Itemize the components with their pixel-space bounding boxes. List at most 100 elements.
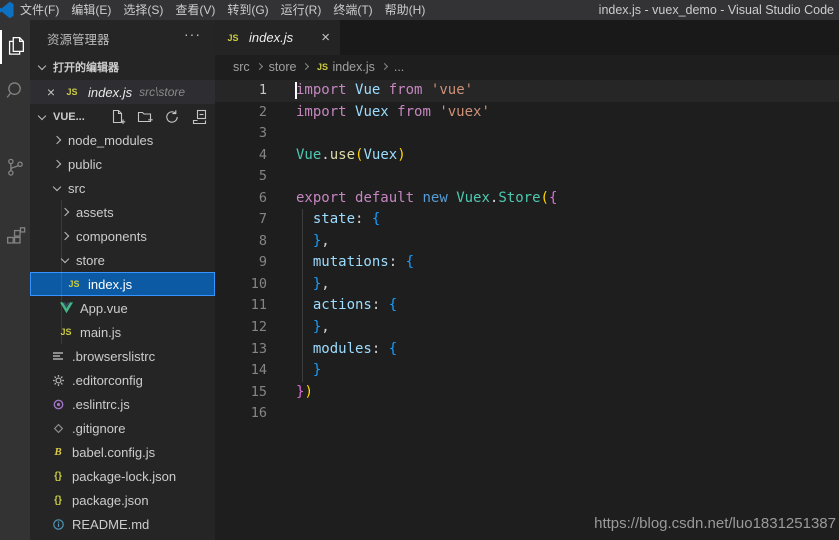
code-line-9[interactable]: 9 mutations: { (215, 252, 839, 274)
list-icon (50, 348, 66, 364)
code-text: }, (267, 317, 330, 339)
code-line-11[interactable]: 11 actions: { (215, 295, 839, 317)
indent-guide (61, 296, 62, 320)
vscode-window: 文件(F)编辑(E)选择(S)查看(V)转到(G)运行(R)终端(T)帮助(H)… (0, 0, 839, 540)
tree-file-.eslintrc.js[interactable]: .eslintrc.js (30, 392, 215, 416)
chevron-right-icon (53, 136, 61, 144)
tree-folder-store[interactable]: store (30, 248, 215, 272)
tree-file-babel.config.js[interactable]: Bbabel.config.js (30, 440, 215, 464)
breadcrumb-item-index.js[interactable]: JSindex.js (315, 60, 374, 74)
code-line-2[interactable]: 2import Vuex from 'vuex' (215, 102, 839, 124)
project-section-header[interactable]: VUE... (30, 106, 215, 128)
code-line-15[interactable]: 15}) (215, 382, 839, 404)
new-file-icon[interactable] (110, 109, 126, 125)
project-name: VUE... (53, 111, 85, 123)
explorer-title: 资源管理器 (47, 29, 110, 48)
line-number: 3 (215, 123, 267, 145)
tree-file-App.vue[interactable]: App.vue (30, 296, 215, 320)
new-folder-icon[interactable] (137, 109, 153, 125)
code-line-10[interactable]: 10 }, (215, 274, 839, 296)
code-line-14[interactable]: 14 } (215, 360, 839, 382)
code-line-3[interactable]: 3 (215, 123, 839, 145)
code-line-5[interactable]: 5 (215, 166, 839, 188)
tree-file-index.js[interactable]: JSindex.js (30, 272, 215, 296)
source-control-icon (4, 156, 26, 183)
tree-folder-assets[interactable]: assets (30, 200, 215, 224)
menu-item-go[interactable]: 转到(G) (221, 0, 274, 20)
menu-item-file[interactable]: 文件(F) (14, 0, 65, 20)
titlebar: 文件(F)编辑(E)选择(S)查看(V)转到(G)运行(R)终端(T)帮助(H)… (0, 0, 839, 20)
tree-item-label: .browserslistrc (72, 349, 155, 364)
tree-item-label: public (68, 157, 102, 172)
chevron-down-icon (38, 61, 46, 69)
line-number: 14 (215, 360, 267, 382)
close-icon[interactable]: × (44, 85, 58, 99)
refresh-icon[interactable] (164, 109, 180, 125)
tree-item-label: .eslintrc.js (72, 397, 130, 412)
tree-item-label: components (76, 229, 147, 244)
tree-file-.browserslistrc[interactable]: .browserslistrc (30, 344, 215, 368)
code-text: Vue.use(Vuex) (267, 145, 406, 167)
code-line-6[interactable]: 6export default new Vuex.Store({ (215, 188, 839, 210)
tree-folder-components[interactable]: components (30, 224, 215, 248)
tree-item-label: .gitignore (72, 421, 125, 436)
activity-explorer[interactable] (0, 30, 30, 64)
breadcrumb-item-...[interactable]: ... (394, 60, 404, 74)
line-number: 10 (215, 274, 267, 296)
code-text (267, 123, 296, 145)
tree-item-label: src (68, 181, 85, 196)
tree-folder-public[interactable]: public (30, 152, 215, 176)
code-text: }) (267, 382, 313, 404)
tree-folder-node-modules[interactable]: node_modules (30, 128, 215, 152)
code-line-8[interactable]: 8 }, (215, 231, 839, 253)
code-line-4[interactable]: 4Vue.use(Vuex) (215, 145, 839, 167)
tree-file-package-lock.json[interactable]: {}package-lock.json (30, 464, 215, 488)
code-text: import Vuex from 'vuex' (267, 102, 490, 124)
menu-item-help[interactable]: 帮助(H) (379, 0, 432, 20)
tree-item-label: node_modules (68, 133, 153, 148)
tree-folder-src[interactable]: src (30, 176, 215, 200)
tree-file-main.js[interactable]: JSmain.js (30, 320, 215, 344)
search-icon (4, 79, 26, 106)
menu-item-run[interactable]: 运行(R) (275, 0, 328, 20)
tree-file-package.json[interactable]: {}package.json (30, 488, 215, 512)
activity-source-control[interactable] (0, 152, 30, 186)
menu-item-terminal[interactable]: 终端(T) (327, 0, 378, 20)
js-icon: JS (315, 60, 329, 74)
breadcrumb-label: index.js (332, 60, 374, 74)
open-editor-label: index.js (88, 85, 132, 100)
open-editors-header: 打开的编辑器 (53, 59, 119, 75)
line-number: 12 (215, 317, 267, 339)
open-editor-desc: src\store (139, 85, 185, 99)
code-line-16[interactable]: 16 (215, 403, 839, 425)
breadcrumb-item-src[interactable]: src (233, 60, 250, 74)
activity-extensions[interactable] (0, 222, 30, 256)
code-editor[interactable]: 1import Vue from 'vue'2import Vuex from … (215, 80, 839, 540)
breadcrumb-item-store[interactable]: store (269, 60, 297, 74)
code-line-13[interactable]: 13 modules: { (215, 339, 839, 361)
open-editors-section[interactable]: 打开的编辑器 (30, 56, 215, 78)
tree-file-.gitignore[interactable]: .gitignore (30, 416, 215, 440)
tree-file-README.md[interactable]: README.md (30, 512, 215, 536)
code-line-1[interactable]: 1import Vue from 'vue' (215, 80, 839, 102)
code-text: }, (267, 274, 330, 296)
line-number: 4 (215, 145, 267, 167)
close-icon[interactable]: × (319, 29, 332, 46)
open-editor-item-indexjs[interactable]: × JS index.js src\store (30, 80, 215, 104)
code-line-12[interactable]: 12 }, (215, 317, 839, 339)
collapse-all-icon[interactable] (191, 109, 207, 125)
line-number: 9 (215, 252, 267, 274)
tree-file-.editorconfig[interactable]: .editorconfig (30, 368, 215, 392)
tab-indexjs[interactable]: JS index.js × (215, 20, 340, 55)
code-text: }, (267, 231, 330, 253)
more-actions-icon[interactable]: ··· (184, 26, 201, 42)
menu-item-selection[interactable]: 选择(S) (117, 0, 169, 20)
code-text: actions: { (267, 295, 397, 317)
chevron-right-icon (302, 63, 309, 70)
menu-item-view[interactable]: 查看(V) (169, 0, 221, 20)
js-icon: JS (225, 30, 241, 46)
code-line-7[interactable]: 7 state: { (215, 209, 839, 231)
menu-item-edit[interactable]: 编辑(E) (65, 0, 117, 20)
code-text: mutations: { (267, 252, 414, 274)
activity-search[interactable] (0, 75, 30, 109)
